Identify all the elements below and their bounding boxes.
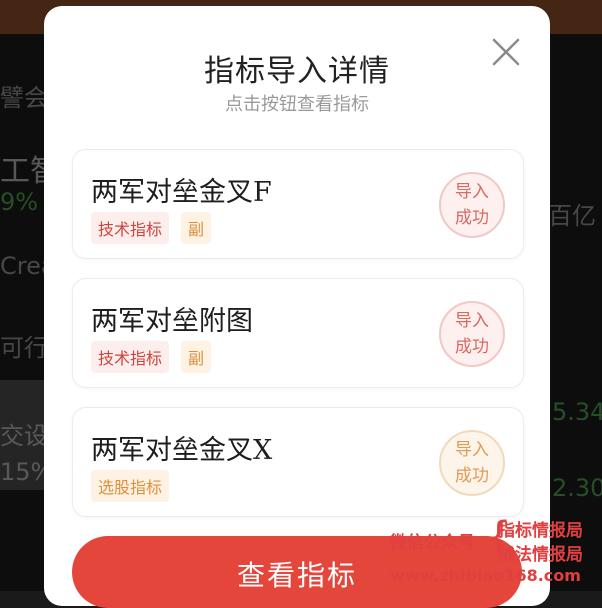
- indicator-card[interactable]: 两军对垒附图 技术指标 副 导入 成功: [72, 278, 524, 388]
- indicator-name: 两军对垒金叉F: [91, 177, 272, 208]
- import-success-stamp: 导入 成功: [439, 430, 505, 496]
- stamp-line: 成功: [455, 208, 489, 228]
- watermark-account-1: 指标情报局: [498, 521, 583, 541]
- close-icon[interactable]: [488, 34, 524, 70]
- indicator-subtype-tag: 副: [181, 212, 212, 244]
- indicator-name: 两军对垒金叉X: [91, 435, 273, 466]
- indicator-subtype-tag: 副: [181, 341, 212, 373]
- stamp-line: 成功: [455, 337, 489, 357]
- watermark-account-2: 战法情报局: [498, 545, 583, 565]
- indicator-card[interactable]: 两军对垒金叉X 选股指标 导入 成功: [72, 407, 524, 517]
- import-success-stamp: 导入 成功: [439, 172, 505, 238]
- modal-subtitle: 点击按钮查看指标: [225, 94, 369, 115]
- import-details-modal: 指标导入详情 点击按钮查看指标 两军对垒金叉F 技术指标 副 导入 成功 两军对…: [44, 6, 550, 608]
- indicator-name: 两军对垒附图: [91, 306, 253, 337]
- indicator-type-tag: 技术指标: [91, 212, 170, 244]
- modal-title: 指标导入详情: [204, 54, 390, 89]
- stamp-line: 导入: [455, 311, 489, 331]
- stamp-line: 成功: [455, 466, 489, 486]
- indicator-type-tag: 技术指标: [91, 341, 170, 373]
- import-success-stamp: 导入 成功: [439, 301, 505, 367]
- stamp-line: 导入: [455, 440, 489, 460]
- watermark-wechat: 微信公众号: [390, 533, 475, 553]
- watermark-url: www.zhibiao168.com: [390, 566, 581, 585]
- indicator-card[interactable]: 两军对垒金叉F 技术指标 副 导入 成功: [72, 149, 524, 259]
- indicator-type-tag: 选股指标: [91, 470, 170, 502]
- stamp-line: 导入: [455, 182, 489, 202]
